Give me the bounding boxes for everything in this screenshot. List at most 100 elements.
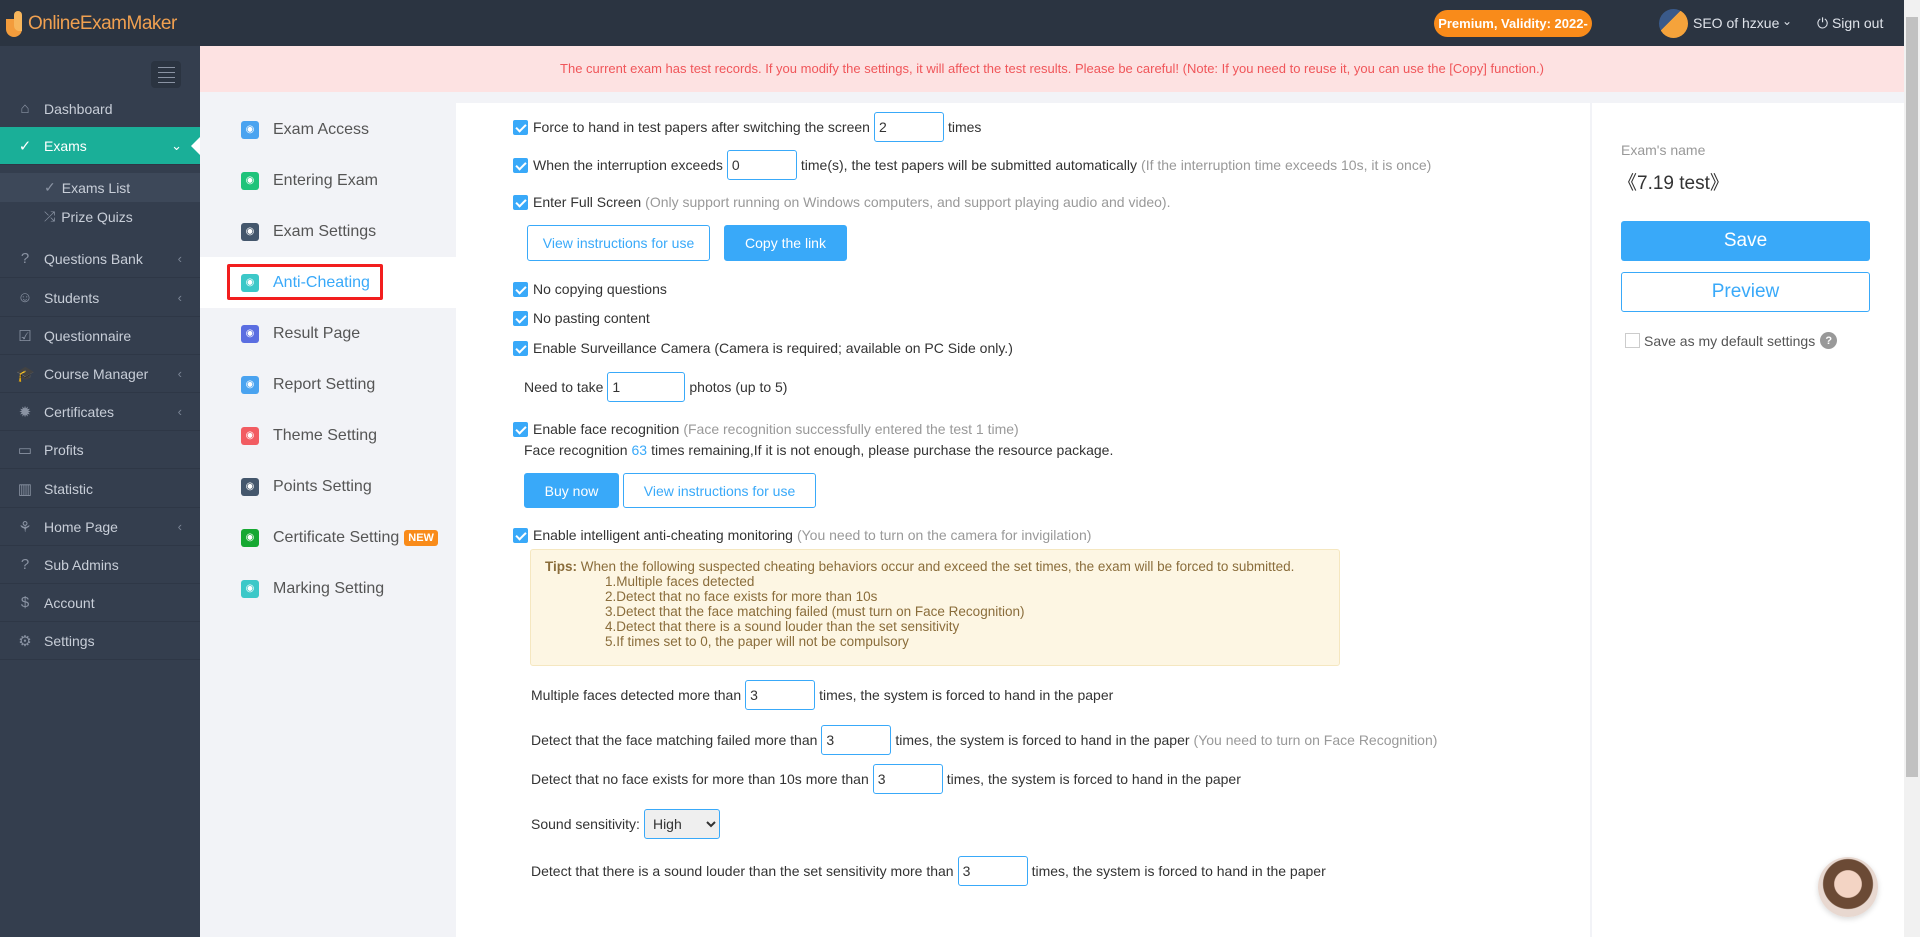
full-screen-row: Enter Full Screen (Only support running … — [513, 187, 1170, 217]
interruption-times-input[interactable] — [726, 150, 797, 180]
sidebar-item-statistic[interactable]: ▥ Statistic — [0, 470, 200, 508]
chevron-left-icon: ‹ — [177, 366, 182, 381]
theme-setting-icon: ◉ — [241, 426, 259, 445]
bar-chart-icon: ▥ — [17, 480, 33, 498]
menu-item-label: Certificate Setting — [273, 528, 400, 546]
sound-sensitivity-select[interactable]: High — [643, 809, 720, 839]
menu-item-marking-setting[interactable]: ◉ Marking Setting — [200, 563, 456, 614]
sidebar-item-questionnaire[interactable]: ☑ Questionnaire — [0, 317, 200, 355]
switch-screen-checkbox[interactable] — [513, 119, 528, 135]
louder-sound-input[interactable] — [957, 856, 1028, 886]
check-circle-icon: ✓ — [18, 137, 32, 155]
tips-box: Tips: When the following suspected cheat… — [530, 549, 1340, 666]
save-button[interactable]: Save — [1621, 221, 1870, 261]
marking-setting-icon: ◉ — [241, 579, 259, 598]
menu-item-theme-setting[interactable]: ◉ Theme Setting — [200, 410, 456, 461]
sidebar-item-label: Account — [44, 594, 95, 611]
sidebar-item-label: Profits — [44, 441, 84, 458]
points-setting-icon: ◉ — [241, 477, 259, 496]
menu-item-label: Exam Access — [273, 120, 370, 138]
switch-screen-times-input[interactable] — [873, 112, 944, 142]
dollar-icon: $ — [20, 594, 30, 611]
interruption-row: When the interruption exceeds time(s), t… — [513, 150, 1431, 180]
view-instructions-button[interactable]: View instructions for use — [527, 225, 710, 261]
full-screen-checkbox[interactable] — [513, 194, 528, 210]
sidebar-item-exams[interactable]: ✓ Exams ⌄ — [0, 127, 200, 165]
sidebar-item-home-page[interactable]: ⚘ Home Page ‹ — [0, 508, 200, 546]
sound-sensitivity-row: Sound sensitivity: High — [531, 809, 724, 839]
user-avatar[interactable] — [1659, 9, 1688, 38]
sidebar-subitem-exams-list[interactable]: ✓ Exams List — [0, 173, 200, 202]
user-menu[interactable]: SEO of hzxue — [1693, 15, 1779, 31]
sidebar-item-account[interactable]: $ Account — [0, 584, 200, 622]
menu-item-exam-settings[interactable]: ◉ Exam Settings — [200, 206, 456, 257]
check-circle-icon: ✓ — [44, 179, 56, 195]
result-page-icon: ◉ — [241, 324, 259, 343]
chevron-left-icon: ‹ — [177, 290, 182, 305]
menu-item-exam-access[interactable]: ◉ Exam Access — [200, 104, 456, 155]
sidebar-subitem-label: Exams List — [61, 179, 131, 196]
sidebar-item-course-manager[interactable]: 🎓 Course Manager ‹ — [0, 355, 200, 393]
camera-checkbox[interactable] — [513, 340, 528, 356]
sidebar-item-label: Settings — [44, 632, 95, 649]
shuffle-icon: ⤮ — [44, 208, 56, 224]
no-copying-checkbox[interactable] — [513, 281, 528, 297]
copy-link-button[interactable]: Copy the link — [724, 225, 847, 261]
menu-item-entering-exam[interactable]: ◉ Entering Exam — [200, 155, 456, 206]
buy-now-button[interactable]: Buy now — [524, 473, 619, 508]
logo-icon — [6, 11, 26, 37]
chevron-down-icon: ⌄ — [171, 137, 182, 153]
menu-item-label: Result Page — [273, 324, 361, 342]
menu-item-label: Exam Settings — [273, 222, 377, 240]
sidebar-item-sub-admins[interactable]: ? Sub Admins — [0, 546, 200, 584]
tips-item: 4.Detect that there is a sound louder th… — [605, 619, 960, 634]
no-pasting-checkbox[interactable] — [513, 310, 528, 326]
menu-item-result-page[interactable]: ◉ Result Page — [200, 308, 456, 359]
sidebar-item-certificates[interactable]: ✹ Certificates ‹ — [0, 393, 200, 431]
graduation-cap-icon: 🎓 — [16, 365, 35, 383]
preview-button[interactable]: Preview — [1621, 272, 1870, 312]
sign-out-button[interactable]: ⏻ Sign out — [1817, 15, 1883, 32]
no-copying-row: No copying questions — [513, 274, 667, 304]
exam-name-label: Exam's name — [1621, 142, 1706, 158]
chevron-left-icon: ‹ — [177, 404, 182, 419]
sidebar-item-settings[interactable]: ⚙ Settings — [0, 622, 200, 660]
photos-count-input[interactable] — [607, 372, 686, 402]
no-face-input[interactable] — [872, 764, 943, 794]
plant-icon: ⚘ — [18, 518, 32, 536]
highlight-box — [227, 264, 383, 300]
sidebar-item-dashboard[interactable]: ⌂ Dashboard — [0, 90, 200, 128]
exam-name: 《7.19 test》 — [1618, 173, 1729, 194]
tips-item: 5.If times set to 0, the paper will not … — [605, 634, 909, 649]
support-chat-avatar[interactable] — [1818, 857, 1878, 917]
sidebar-subitem-prize-quizs[interactable]: ⤮ Prize Quizs — [0, 202, 200, 231]
users-icon: ☺ — [17, 289, 33, 306]
menu-item-certificate-setting[interactable]: ◉ Certificate Setting NEW — [200, 512, 456, 563]
sidebar-item-profits[interactable]: ▭ Profits — [0, 431, 200, 469]
menu-item-anti-cheating[interactable]: ◉ Anti-Cheating — [200, 257, 456, 308]
tips-item: 3.Detect that the face matching failed (… — [605, 604, 1025, 619]
menu-item-points-setting[interactable]: ◉ Points Setting — [200, 461, 456, 512]
premium-badge[interactable]: Premium, Validity: 2022-02-27 — [1434, 10, 1592, 58]
menu-item-report-setting[interactable]: ◉ Report Setting — [200, 359, 456, 410]
logo[interactable]: OnlineExamMaker — [6, 10, 177, 38]
face-view-instructions-button[interactable]: View instructions for use — [623, 473, 816, 508]
exam-access-icon: ◉ — [241, 120, 259, 139]
sidebar-item-label: Dashboard — [44, 100, 113, 117]
face-matching-input[interactable] — [821, 725, 892, 755]
default-settings-checkbox[interactable] — [1625, 333, 1640, 348]
sidebar-item-label: Statistic — [44, 480, 94, 497]
sidebar-item-students[interactable]: ☺ Students ‹ — [0, 279, 200, 317]
power-icon: ⏻ — [1817, 15, 1829, 31]
intelligent-monitoring-checkbox[interactable] — [513, 527, 528, 543]
chevron-down-icon[interactable]: ⌄ — [1782, 14, 1792, 28]
sidebar-item-questions-bank[interactable]: ? Questions Bank ‹ — [0, 240, 200, 278]
multiple-faces-input[interactable] — [745, 680, 816, 710]
help-icon[interactable]: ? — [1820, 332, 1838, 349]
face-remaining-count: 63 — [631, 442, 648, 458]
page-scrollbar[interactable] — [1904, 0, 1920, 937]
menu-item-label: Theme Setting — [273, 426, 378, 444]
sidebar-item-label: Exams — [44, 137, 87, 154]
interruption-checkbox[interactable] — [513, 157, 528, 173]
menu-toggle-icon[interactable] — [151, 61, 181, 88]
